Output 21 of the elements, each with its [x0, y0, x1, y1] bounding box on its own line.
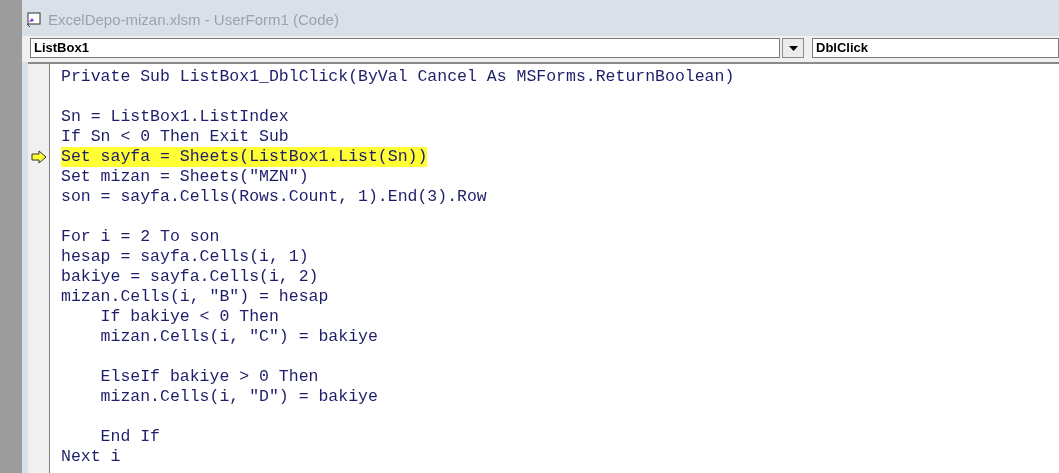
procedure-dropdown[interactable]: DblClick	[812, 38, 1059, 58]
object-dropdown[interactable]: ListBox1	[30, 38, 780, 58]
code-line: End If	[99, 427, 161, 447]
form-window-icon	[26, 12, 42, 28]
code-line: son = sayfa.Cells(Rows.Count, 1).End(3).Row	[61, 187, 487, 207]
code-line: bakiye = sayfa.Cells(i, 2)	[61, 267, 319, 287]
code-line: For i = 2 To son	[61, 227, 220, 247]
caret-icon	[788, 45, 798, 51]
code-line: Set mizan = Sheets("MZN")	[61, 167, 309, 187]
code-line: ElseIf bakiye > 0 Then	[99, 367, 319, 387]
code-line: hesap = sayfa.Cells(i, 1)	[61, 247, 309, 267]
code-line: Private Sub ListBox1_DblClick(ByVal Cancel As MSForms.ReturnBoolean)	[61, 67, 735, 87]
code-line: mizan.Cells(i, "D") = bakiye	[99, 387, 378, 407]
code-line: Sn = ListBox1.ListIndex	[61, 107, 289, 127]
window-title: ExcelDepo-mizan.xlsm - UserForm1 (Code)	[48, 9, 339, 30]
code-line: mizan.Cells(i, "B") = hesap	[61, 287, 329, 307]
code-line: mizan.Cells(i, "C") = bakiye	[99, 327, 378, 347]
dropdown-button[interactable]	[782, 38, 804, 58]
code-line: If Sn < 0 Then Exit Sub	[61, 127, 289, 147]
code-line: If bakiye < 0 Then	[99, 307, 279, 327]
code-line: Next i	[61, 447, 121, 467]
